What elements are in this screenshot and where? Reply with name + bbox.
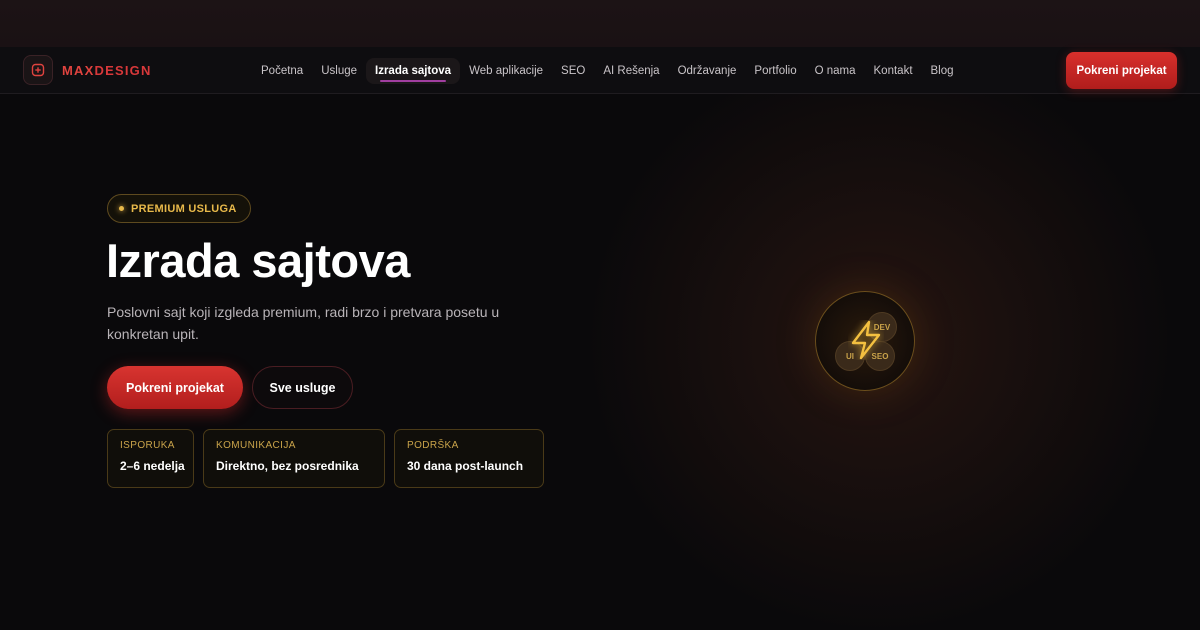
nav-item-o-nama[interactable]: O nama — [806, 58, 865, 84]
lightning-bolt-icon — [851, 320, 881, 360]
stat-value: 30 dana post-launch — [407, 459, 524, 473]
stat-value: Direktno, bez posrednika — [216, 459, 359, 473]
nav-item-izrada-sajtova[interactable]: Izrada sajtova — [366, 57, 461, 84]
nav-item-portfolio[interactable]: Portfolio — [745, 58, 805, 84]
hero-subtitle: Poslovni sajt koji izgleda premium, radi… — [107, 304, 500, 342]
logo-plus-icon — [23, 55, 53, 85]
nav-item-ai-resenja[interactable]: AI Rešenja — [594, 58, 668, 84]
service-emblem: DEV UI SEO — [815, 291, 915, 391]
stat-label: PODRŠKA — [407, 440, 459, 451]
start-project-button[interactable]: Pokreni projekat — [107, 366, 243, 409]
stat-value: 2–6 nedelja — [120, 459, 185, 473]
nav-item-usluge[interactable]: Usluge — [312, 58, 366, 84]
nav-item-seo[interactable]: SEO — [552, 58, 594, 84]
page-title: Izrada sajtova — [106, 234, 410, 287]
badge-dot-icon — [119, 206, 124, 211]
badge-label: PREMIUM USLUGA — [131, 202, 237, 215]
top-strip — [0, 0, 1200, 47]
all-services-button[interactable]: Sve usluge — [252, 366, 353, 409]
stat-card-communication: KOMUNIKACIJA Direktno, bez posrednika — [203, 429, 385, 488]
logo[interactable]: MAXDESIGN — [23, 55, 152, 85]
nav-item-web-aplikacije[interactable]: Web aplikacije — [460, 58, 552, 84]
stat-card-delivery: ISPORUKA 2–6 nedelja — [107, 429, 194, 488]
premium-badge: PREMIUM USLUGA — [107, 194, 251, 223]
stat-label: KOMUNIKACIJA — [216, 440, 296, 451]
nav-item-odrzavanje[interactable]: Održavanje — [669, 58, 746, 84]
nav-start-project-button[interactable]: Pokreni projekat — [1066, 52, 1177, 89]
nav-item-blog[interactable]: Blog — [922, 58, 963, 84]
navbar: MAXDESIGN Početna Usluge Izrada sajtova … — [0, 47, 1200, 94]
page: MAXDESIGN Početna Usluge Izrada sajtova … — [0, 0, 1200, 630]
nav-item-pocetna[interactable]: Početna — [252, 58, 312, 84]
logo-text: MAXDESIGN — [62, 62, 152, 78]
stat-card-support: PODRŠKA 30 dana post-launch — [394, 429, 544, 488]
nav-item-kontakt[interactable]: Kontakt — [865, 58, 922, 84]
stat-label: ISPORUKA — [120, 440, 175, 451]
main-menu: Početna Usluge Izrada sajtova Web aplika… — [252, 56, 963, 85]
